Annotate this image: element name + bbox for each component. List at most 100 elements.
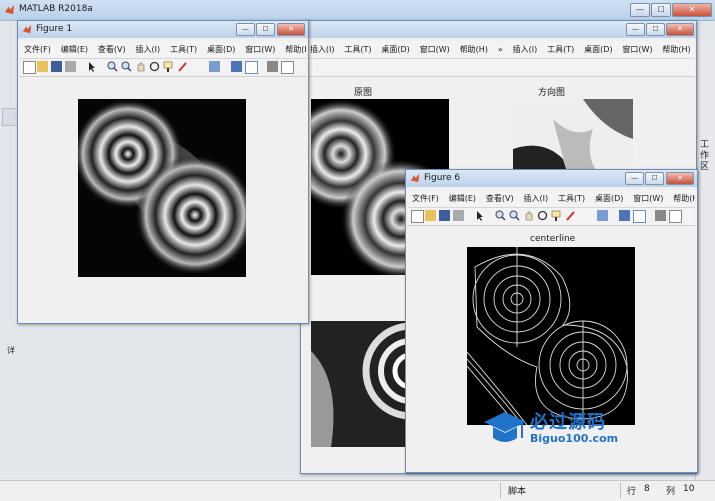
menu-item-edit[interactable]: 编辑(E) [445,190,479,204]
app-title: MATLAB R2018a [19,4,93,14]
menu-item-desktop[interactable]: 桌面(D) [203,41,238,55]
status-row-value: 8 [644,484,650,494]
legend-icon[interactable] [633,210,646,223]
close-button[interactable]: ✕ [672,3,712,17]
zoom-in-icon[interactable] [495,210,506,221]
maximize-button[interactable]: ☐ [651,3,671,17]
open-folder-icon[interactable] [425,210,436,221]
menu-item-window[interactable]: 窗口(W) [241,41,278,55]
figure-title: Figure 6 [424,173,461,183]
print-icon[interactable] [453,210,464,221]
matlab-logo-icon [22,24,32,34]
new-file-icon[interactable] [411,210,424,223]
menu-item-desktop[interactable]: 桌面(D) [591,190,626,204]
matlab-logo-icon [4,4,15,15]
show-icon[interactable] [669,210,682,223]
graduation-cap-logo-icon [484,412,526,442]
minimize-button[interactable]: — [625,172,644,185]
figure-menubar: 文件(F) 编辑(E) 查看(V) 插入(I) 工具(T) 桌面(D) 窗口(W… [408,190,695,208]
menu-item-edit[interactable]: 编辑(E) [57,41,91,55]
workspace-tab[interactable]: 工作区 [700,140,710,173]
matlab-logo-icon [410,173,420,183]
close-button[interactable]: ✕ [666,172,694,185]
close-button[interactable]: ✕ [666,23,694,36]
datatip-icon[interactable] [163,61,174,72]
rotate-icon[interactable] [537,210,548,221]
pointer-icon[interactable] [87,61,98,72]
menu-item-window[interactable]: 窗口(W) [618,41,655,55]
pan-icon[interactable] [523,210,534,221]
hide-icon[interactable] [655,210,666,221]
save-icon[interactable] [51,61,62,72]
new-file-icon[interactable] [23,61,36,74]
menu-item-view[interactable]: 查看(V) [482,190,517,204]
menu-overflow[interactable]: » [494,42,506,54]
menu-item-help[interactable]: 帮助(H) [456,41,491,55]
status-bar [0,480,715,501]
menu-item-view[interactable]: 查看(V) [94,41,129,55]
minimize-button[interactable]: — [236,23,255,36]
left-panel-toggle[interactable] [2,108,18,126]
open-folder-icon[interactable] [37,61,48,72]
colorbar-icon[interactable] [619,210,630,221]
maximize-button[interactable]: ☐ [256,23,275,36]
maximize-button[interactable]: ☐ [645,172,664,185]
link-icon[interactable] [597,210,608,221]
watermark-subtext: Biguo100.com [530,432,619,445]
minimize-button[interactable]: — [630,3,650,17]
status-row-label: 行 [627,487,637,497]
print-icon[interactable] [65,61,76,72]
figure-title: Figure 1 [36,24,73,34]
status-divider [620,482,621,498]
pan-icon[interactable] [135,61,146,72]
watermark-text: 必过源码 [530,412,606,433]
brush-icon[interactable] [177,61,188,72]
status-mode: 脚本 [508,487,527,497]
menu-item-tools[interactable]: 工具(T) [554,190,588,204]
menu-item-insert[interactable]: 插入(I) [519,190,551,204]
minimize-button[interactable]: — [626,23,645,36]
menu-item-help[interactable]: 帮助(H) [669,190,695,204]
link-icon[interactable] [209,61,220,72]
axes-title-centerline: centerline [530,234,576,244]
figure-titlebar: Figure 6 — ☐ ✕ [406,170,697,187]
hide-icon[interactable] [267,61,278,72]
menu-item-tools[interactable]: 工具(T) [166,41,200,55]
menu-item-window[interactable]: 窗口(W) [629,190,666,204]
main-titlebar: MATLAB R2018a — ☐ ✕ [0,0,715,21]
menu-item-insert[interactable]: 插入(I) [306,41,338,55]
centerline-plot [467,247,635,425]
menu-item-desktop[interactable]: 桌面(D) [377,41,412,55]
menu-item-help[interactable]: 帮助(H) [281,41,306,55]
axes-title-original: 原图 [354,88,373,98]
rotate-icon[interactable] [149,61,160,72]
workspace-sidebar[interactable]: 工作区 [695,40,715,480]
menu-item-file[interactable]: 文件(F) [408,190,442,204]
brush-icon[interactable] [565,210,576,221]
datatip-icon[interactable] [551,210,562,221]
menu-item-tools[interactable]: 工具(T) [340,41,374,55]
menu-item-file[interactable]: 文件(F) [20,41,54,55]
legend-icon[interactable] [245,61,258,74]
show-icon[interactable] [281,61,294,74]
figure-titlebar: — ☐ ✕ [301,21,696,38]
save-icon[interactable] [439,210,450,221]
figure-window-1[interactable]: Figure 1 — ☐ ✕ 文件(F) 编辑(E) 查看(V) 插入(I) 工… [17,20,309,324]
zoom-out-icon[interactable] [509,210,520,221]
figure-toolbar [20,59,306,77]
menu-item-help[interactable]: 帮助(H) [658,41,693,55]
menu-item-insert[interactable]: 插入(I) [509,41,541,55]
colorbar-icon[interactable] [231,61,242,72]
close-button[interactable]: ✕ [277,23,305,36]
maximize-button[interactable]: ☐ [646,23,665,36]
zoom-out-icon[interactable] [121,61,132,72]
menu-item-tools[interactable]: 工具(T) [543,41,577,55]
pointer-icon[interactable] [475,210,486,221]
menu-item-window[interactable]: 窗口(W) [416,41,453,55]
fringe-image-plot [78,99,246,277]
menu-item-insert[interactable]: 插入(I) [131,41,163,55]
zoom-in-icon[interactable] [107,61,118,72]
menu-item-desktop[interactable]: 桌面(D) [580,41,615,55]
figure-toolbar [408,208,695,226]
status-divider [500,482,501,498]
